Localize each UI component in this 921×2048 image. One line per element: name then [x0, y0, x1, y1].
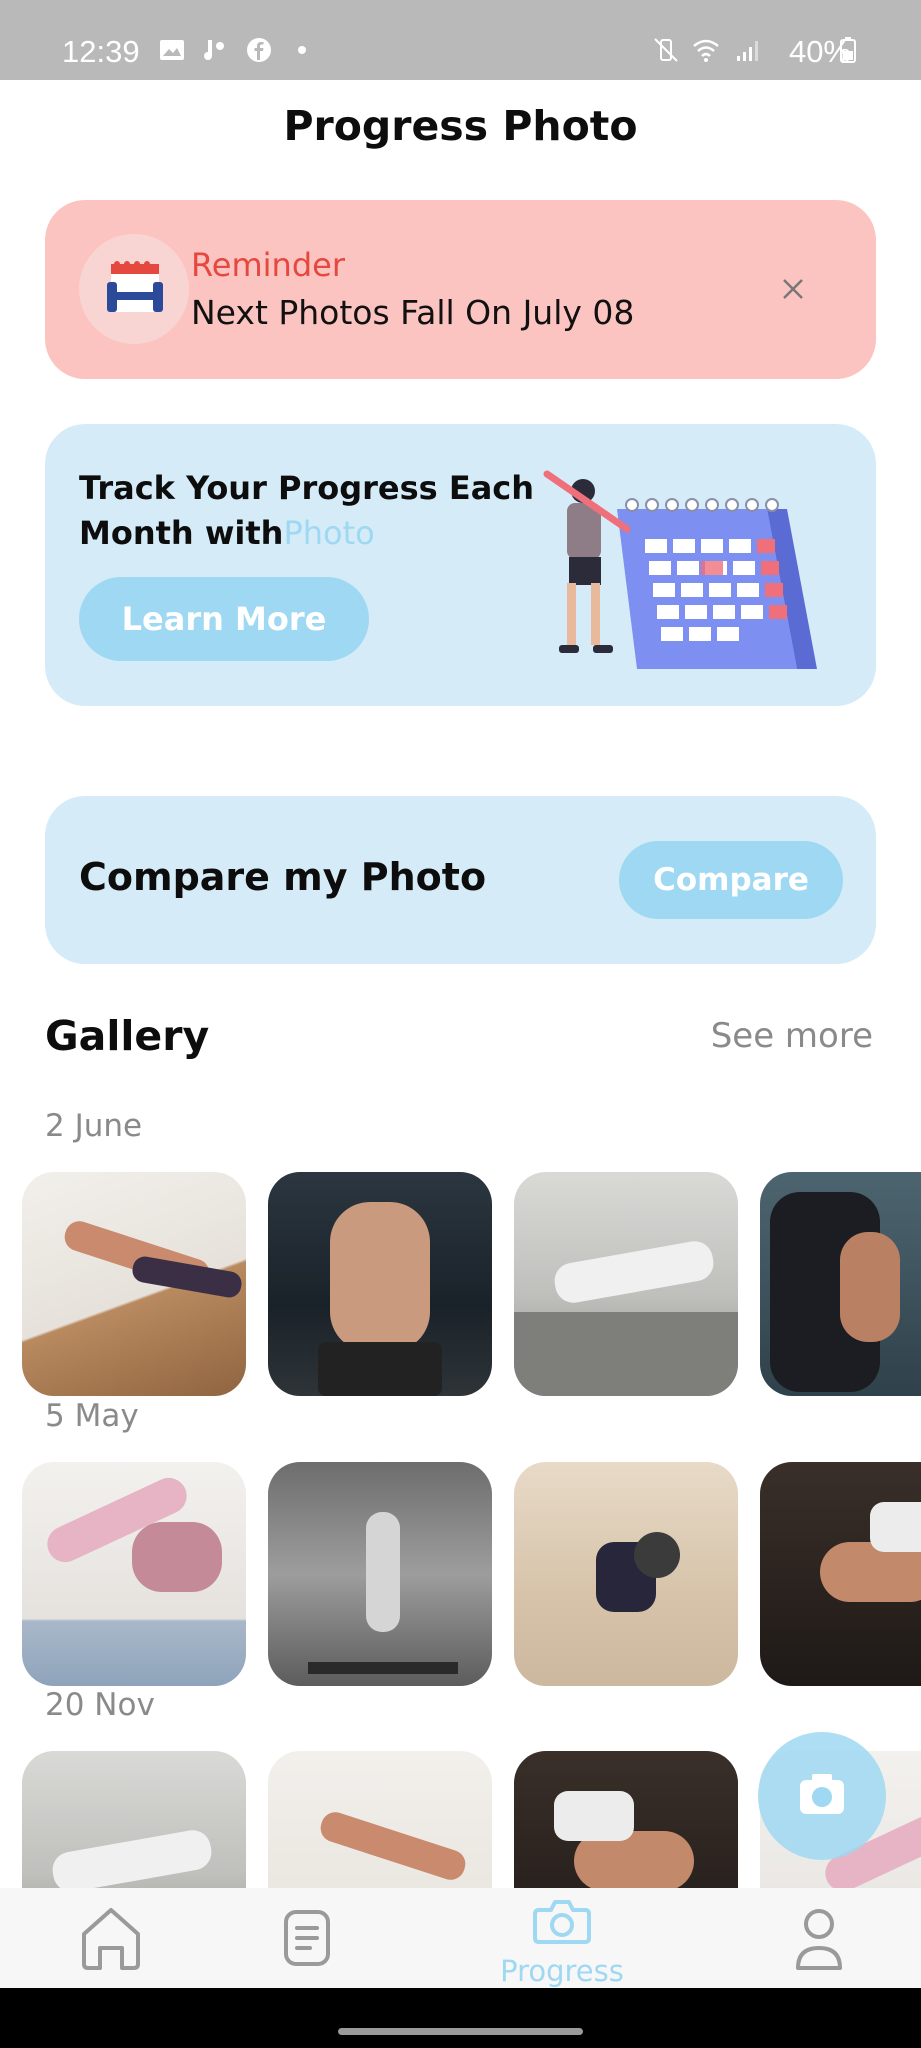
user-icon	[796, 1909, 842, 1970]
gallery-date-label: 2 June	[45, 1108, 143, 1144]
gallery-photo[interactable]	[514, 1172, 738, 1396]
home-indicator[interactable]	[338, 2028, 583, 2035]
facebook-icon	[247, 38, 271, 62]
wifi-icon	[693, 39, 719, 62]
battery-icon	[840, 37, 856, 63]
signal-icon	[737, 41, 758, 61]
reminder-text: Next Photos Fall On July 08	[191, 293, 635, 332]
camera-icon	[800, 1774, 844, 1814]
compare-button[interactable]: Compare	[619, 841, 843, 919]
compare-title: Compare my Photo	[79, 855, 487, 899]
track-progress-card: Track Your Progress Each Month withPhoto…	[45, 424, 876, 706]
learn-more-button[interactable]: Learn More	[79, 577, 369, 661]
bottom-nav: Progress	[0, 1888, 921, 1988]
photo-row	[22, 1462, 921, 1686]
see-more-link[interactable]: See more	[711, 1016, 873, 1056]
page-title: Progress Photo	[283, 102, 638, 150]
camera-icon	[533, 1900, 591, 1944]
gallery-date-label: 5 May	[45, 1398, 139, 1434]
nav-profile[interactable]	[784, 1888, 854, 1988]
gallery-photo[interactable]	[22, 1462, 246, 1686]
nav-progress-label: Progress	[500, 1954, 624, 1988]
voicemail-icon	[204, 40, 224, 60]
gallery-photo[interactable]	[268, 1172, 492, 1396]
person-calendar-illustration	[543, 470, 817, 669]
reminder-card: Reminder Next Photos Fall On July 08	[45, 200, 876, 379]
gallery-photo[interactable]	[760, 1172, 921, 1396]
vibrate-icon	[654, 38, 678, 62]
track-title-accent: Photo	[283, 514, 375, 552]
nav-home[interactable]	[76, 1888, 146, 1988]
gallery-photo[interactable]	[760, 1462, 921, 1686]
status-bar: 12:39 40%	[0, 0, 921, 80]
gallery-photo[interactable]	[22, 1172, 246, 1396]
nav-list[interactable]	[272, 1888, 342, 1988]
gallery-date-label: 20 Nov	[45, 1687, 155, 1723]
list-icon	[284, 1910, 330, 1966]
gallery-photo[interactable]	[22, 1751, 246, 1888]
gallery-photo[interactable]	[514, 1751, 738, 1888]
nav-progress[interactable]: Progress	[500, 1888, 624, 1988]
gallery-title: Gallery	[45, 1012, 210, 1060]
dot-icon	[298, 46, 306, 54]
system-navigation-bar	[0, 1988, 921, 2048]
gallery-photo[interactable]	[268, 1751, 492, 1888]
image-icon	[160, 40, 184, 60]
home-icon	[82, 1908, 140, 1970]
compare-card: Compare my Photo Compare	[45, 796, 876, 964]
track-title: Track Your Progress Each Month withPhoto	[79, 466, 539, 556]
photo-row	[22, 1172, 921, 1396]
gallery-photo[interactable]	[268, 1462, 492, 1686]
reminder-label: Reminder	[191, 246, 345, 284]
calendar-dumbbell-icon	[79, 234, 189, 344]
camera-fab-button[interactable]	[758, 1732, 886, 1860]
close-icon[interactable]	[778, 274, 808, 304]
status-time: 12:39	[62, 34, 140, 69]
gallery-photo[interactable]	[514, 1462, 738, 1686]
